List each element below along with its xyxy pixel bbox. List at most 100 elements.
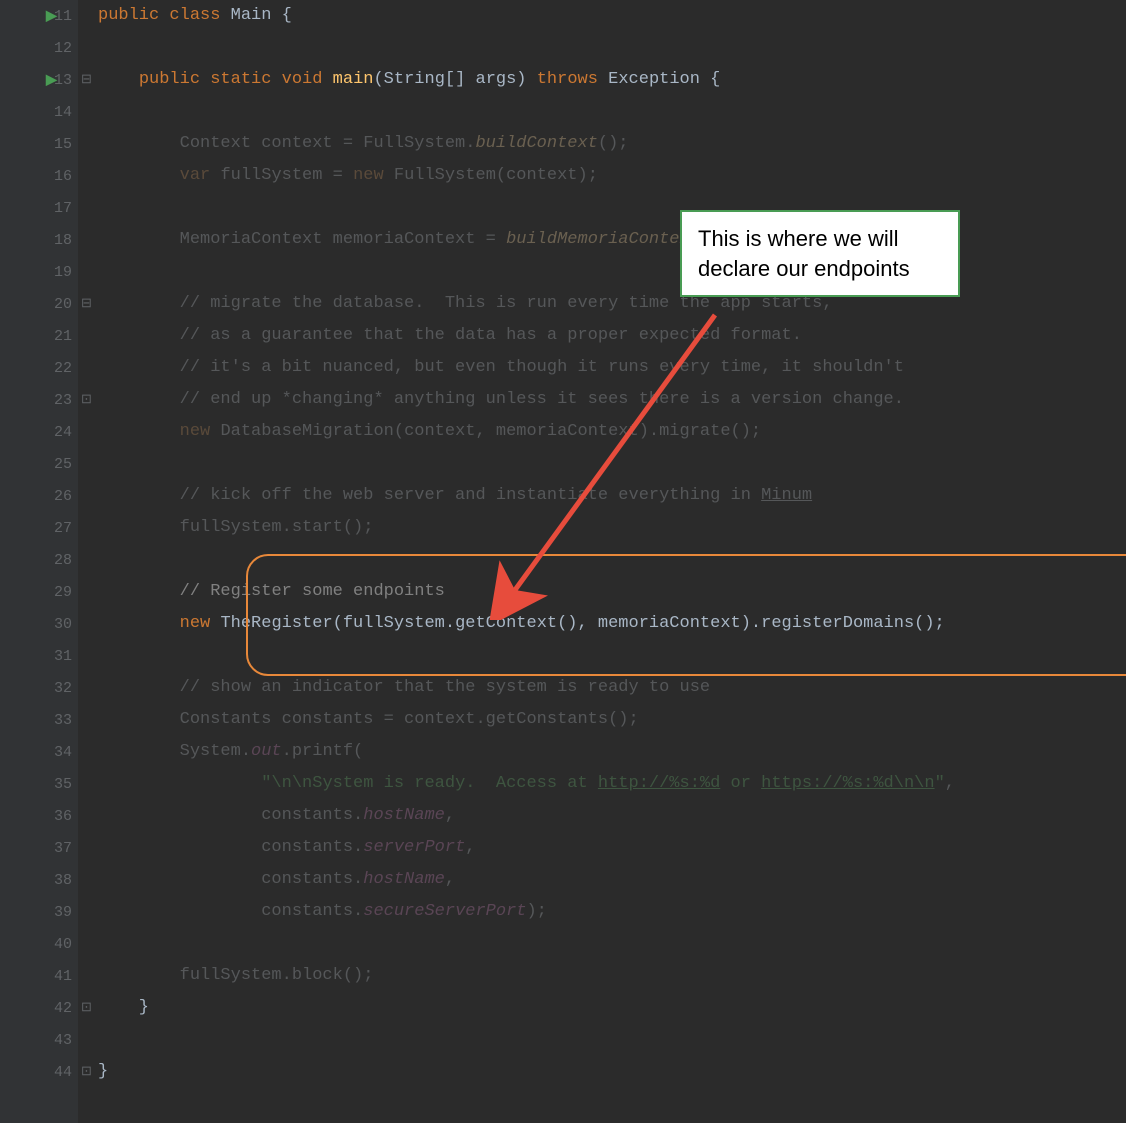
fold-marker[interactable]: ⊟ xyxy=(81,73,92,86)
fold-marker[interactable]: ⊡ xyxy=(81,393,92,406)
code-line[interactable]: System.out.printf( xyxy=(98,736,1126,768)
code-token: "\n\nSystem is ready. Access at xyxy=(261,774,598,793)
gutter-row: 42 xyxy=(0,992,78,1024)
code-token: new xyxy=(353,166,394,185)
gutter-row: 44 xyxy=(0,1056,78,1088)
line-number: 42 xyxy=(42,1000,72,1017)
code-token: System. xyxy=(98,742,251,761)
gutter-row: 25 xyxy=(0,448,78,480)
code-token: main xyxy=(333,70,374,89)
code-line[interactable]: } xyxy=(98,1056,1126,1088)
code-token: throws xyxy=(537,70,608,89)
code-line[interactable]: constants.serverPort, xyxy=(98,832,1126,864)
code-token: void xyxy=(282,70,333,89)
code-line[interactable]: constants.hostName, xyxy=(98,800,1126,832)
code-line[interactable]: // it's a bit nuanced, but even though i… xyxy=(98,352,1126,384)
code-line[interactable]: Constants constants = context.getConstan… xyxy=(98,704,1126,736)
line-number: 16 xyxy=(42,168,72,185)
line-number: 36 xyxy=(42,808,72,825)
gutter-row: 30 xyxy=(0,608,78,640)
code-token: hostName xyxy=(363,806,445,825)
code-token: fullSystem.block(); xyxy=(98,966,373,985)
line-number: 38 xyxy=(42,872,72,889)
gutter-row: 32 xyxy=(0,672,78,704)
code-token: Exception { xyxy=(608,70,720,89)
code-token: new xyxy=(180,422,221,441)
code-token: class xyxy=(169,6,230,25)
code-area[interactable]: public class Main { public static void m… xyxy=(96,0,1126,1123)
code-line[interactable] xyxy=(98,544,1126,576)
code-line[interactable] xyxy=(98,448,1126,480)
gutter-row: 15 xyxy=(0,128,78,160)
code-line[interactable]: fullSystem.start(); xyxy=(98,512,1126,544)
line-number: 44 xyxy=(42,1064,72,1081)
gutter-row: 24 xyxy=(0,416,78,448)
code-line[interactable] xyxy=(98,928,1126,960)
code-token: constants. xyxy=(98,806,363,825)
code-token: serverPort xyxy=(363,838,465,857)
callout-text: This is where we will declare our endpoi… xyxy=(698,226,910,281)
line-number: 15 xyxy=(42,136,72,153)
code-line[interactable]: var fullSystem = new FullSystem(context)… xyxy=(98,160,1126,192)
code-line[interactable] xyxy=(98,640,1126,672)
code-token: http://%s:%d xyxy=(598,774,720,793)
code-line[interactable]: new TheRegister(fullSystem.getContext(),… xyxy=(98,608,1126,640)
code-line[interactable] xyxy=(98,192,1126,224)
code-line[interactable]: MemoriaContext memoriaContext = buildMem… xyxy=(98,224,1126,256)
code-line[interactable] xyxy=(98,32,1126,64)
gutter-row: 43 xyxy=(0,1024,78,1056)
line-number: 41 xyxy=(42,968,72,985)
code-token: Minum xyxy=(761,486,812,505)
gutter-row: 21 xyxy=(0,320,78,352)
code-line[interactable]: // show an indicator that the system is … xyxy=(98,672,1126,704)
code-token: // as a guarantee that the data has a pr… xyxy=(98,326,802,345)
line-number: 33 xyxy=(42,712,72,729)
code-line[interactable]: public static void main(String[] args) t… xyxy=(98,64,1126,96)
code-line[interactable]: fullSystem.block(); xyxy=(98,960,1126,992)
line-number: 31 xyxy=(42,648,72,665)
fold-column: ⊟ ⊟ ⊡ ⊡ ⊡ xyxy=(78,0,96,1123)
code-line[interactable] xyxy=(98,96,1126,128)
code-line[interactable] xyxy=(98,1024,1126,1056)
code-line[interactable]: constants.secureServerPort); xyxy=(98,896,1126,928)
code-line[interactable]: // as a guarantee that the data has a pr… xyxy=(98,320,1126,352)
code-line[interactable]: constants.hostName, xyxy=(98,864,1126,896)
code-token: fullSystem.start(); xyxy=(98,518,373,537)
fold-marker[interactable]: ⊟ xyxy=(81,297,92,310)
code-line[interactable]: // kick off the web server and instantia… xyxy=(98,480,1126,512)
gutter-row: 23 xyxy=(0,384,78,416)
code-line[interactable]: // Register some endpoints xyxy=(98,576,1126,608)
code-token xyxy=(98,614,180,633)
fold-marker[interactable]: ⊡ xyxy=(81,1001,92,1014)
run-icon[interactable]: ▶ xyxy=(46,72,57,89)
code-token xyxy=(98,70,139,89)
run-icon[interactable]: ▶ xyxy=(46,8,57,25)
code-line[interactable]: public class Main { xyxy=(98,0,1126,32)
code-token: public xyxy=(139,70,210,89)
code-token: // end up *changing* anything unless it … xyxy=(98,390,904,409)
code-token: https://%s:%d\n\n xyxy=(761,774,934,793)
code-token: secureServerPort xyxy=(363,902,526,921)
code-token: buildMemoriaContext xyxy=(506,230,700,249)
code-token: , xyxy=(445,806,455,825)
code-line[interactable]: // migrate the database. This is run eve… xyxy=(98,288,1126,320)
code-line[interactable]: Context context = FullSystem.buildContex… xyxy=(98,128,1126,160)
gutter-row: 22 xyxy=(0,352,78,384)
line-number: 27 xyxy=(42,520,72,537)
code-token: Context context = FullSystem. xyxy=(98,134,475,153)
code-line[interactable]: new DatabaseMigration(context, memoriaCo… xyxy=(98,416,1126,448)
code-line[interactable]: "\n\nSystem is ready. Access at http://%… xyxy=(98,768,1126,800)
code-token: // Register some endpoints xyxy=(180,582,445,601)
code-line[interactable]: } xyxy=(98,992,1126,1024)
gutter-row: ▶13 xyxy=(0,64,78,96)
gutter-row: 16 xyxy=(0,160,78,192)
gutter-row: 26 xyxy=(0,480,78,512)
line-number: 24 xyxy=(42,424,72,441)
fold-marker[interactable]: ⊡ xyxy=(81,1065,92,1078)
code-editor[interactable]: ▶1112▶1314151617181920212223242526272829… xyxy=(0,0,1126,1123)
code-token xyxy=(98,774,261,793)
line-number: 21 xyxy=(42,328,72,345)
code-line[interactable]: // end up *changing* anything unless it … xyxy=(98,384,1126,416)
gutter-row: 39 xyxy=(0,896,78,928)
code-line[interactable] xyxy=(98,256,1126,288)
